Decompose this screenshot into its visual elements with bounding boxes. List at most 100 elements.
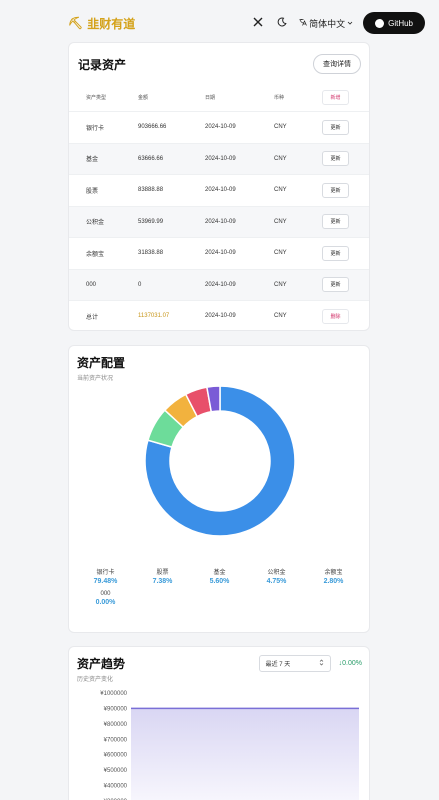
update-button[interactable]: 更新	[322, 151, 349, 167]
language-label: 简体中文	[309, 18, 346, 29]
trend-svg: ¥1000000 ¥900000 ¥800000 ¥700000 ¥600000 ¥500…	[100, 691, 359, 800]
legend-name: 公积金	[267, 570, 286, 576]
donut-chart	[69, 376, 371, 546]
update-button[interactable]: 更新	[322, 245, 349, 261]
asset-date: 2024-10-09	[205, 124, 236, 131]
update-button[interactable]: 更新	[322, 277, 349, 293]
brand-logo[interactable]: ⛏ 韭财有道	[68, 15, 135, 32]
legend-item[interactable]: 股票 7.38%	[134, 567, 191, 585]
col-header: 日期	[205, 94, 216, 101]
range-label: 最近 7 天	[265, 662, 291, 668]
legend-name: 基金	[213, 570, 226, 576]
y-tick-label: ¥800000	[104, 722, 128, 728]
trend-chart: ¥1000000 ¥900000 ¥800000 ¥700000 ¥600000 ¥500…	[69, 683, 371, 800]
table-row: 基金 63666.66 2024-10-09 CNY 更新	[69, 142, 369, 174]
range-select[interactable]: 最近 7 天	[258, 655, 331, 672]
allocation-legend: 银行卡 79.48% 股票 7.38% 基金 5.60% 公积金 4.75% 余…	[77, 567, 367, 606]
asset-amount: 63666.66	[138, 155, 164, 162]
total-date: 2024-10-09	[205, 313, 236, 320]
trend-card: 资产趋势 历史资产变化 最近 7 天 ↓0.00% ¥1000000 ¥90000…	[68, 646, 370, 800]
trend-title: 资产趋势	[77, 657, 126, 671]
asset-currency: CNY	[274, 187, 287, 194]
legend-item[interactable]: 银行卡 79.48%	[77, 567, 134, 585]
view-details-button[interactable]: 查询详情	[313, 54, 361, 74]
table-row: 公积金 53969.99 2024-10-09 CNY 更新	[69, 205, 369, 237]
asset-currency: CNY	[274, 155, 287, 162]
moon-icon[interactable]	[275, 16, 289, 30]
legend-name: 000	[100, 591, 111, 597]
total-currency: CNY	[274, 313, 287, 320]
update-button[interactable]: 更新	[322, 119, 349, 135]
legend-name: 余额宝	[324, 570, 343, 576]
records-card: 记录资产 查询详情 资产类型 金额 日期 币种 新增 银行卡 903666.66…	[68, 42, 370, 331]
y-tick-label: ¥600000	[104, 753, 128, 759]
table-row: 银行卡 903666.66 2024-10-09 CNY 更新	[69, 111, 369, 143]
delete-button[interactable]: 删除	[322, 308, 349, 324]
col-header: 资产类型	[86, 94, 107, 101]
brand-name: 韭财有道	[87, 16, 136, 31]
asset-date: 2024-10-09	[205, 250, 236, 257]
records-title: 记录资产	[78, 57, 127, 72]
y-tick-label: ¥1000000	[100, 691, 127, 697]
asset-amount: 903666.66	[138, 124, 167, 131]
trend-subtitle: 历史资产变化	[77, 677, 114, 683]
legend-item[interactable]: 余额宝 2.80%	[305, 567, 362, 585]
asset-date: 2024-10-09	[205, 218, 236, 225]
github-icon	[375, 18, 385, 28]
allocation-card: 资产配置 当前资产状况 银行卡 79.48% 股票 7.38% 基金 5.60%…	[68, 345, 370, 633]
github-button[interactable]: GitHub	[363, 12, 425, 34]
table-row-total: 总计 1137031.07 2024-10-09 CNY 删除	[69, 300, 369, 332]
col-header: 币种	[274, 94, 285, 101]
col-header: 金额	[138, 94, 149, 101]
pickaxe-icon: ⛏	[68, 16, 84, 30]
asset-currency: CNY	[274, 281, 287, 288]
legend-item[interactable]: 公积金 4.75%	[248, 567, 305, 585]
legend-item[interactable]: 000 0.00%	[77, 591, 134, 606]
legend-name: 股票	[156, 570, 169, 576]
table-header: 资产类型 金额 日期 币种 新增	[69, 83, 369, 111]
asset-type: 000	[86, 281, 97, 288]
language-selector[interactable]: 简体中文	[299, 17, 353, 30]
table-row: 余额宝 31838.88 2024-10-09 CNY 更新	[69, 237, 369, 269]
allocation-title: 资产配置	[77, 356, 126, 370]
trend-area	[131, 708, 359, 800]
y-tick-label: ¥400000	[104, 784, 128, 790]
asset-date: 2024-10-09	[205, 187, 236, 194]
asset-date: 2024-10-09	[205, 155, 236, 162]
asset-type: 股票	[86, 188, 99, 195]
asset-amount: 83888.88	[138, 187, 164, 194]
legend-value: 5.60%	[209, 578, 230, 585]
legend-value: 4.75%	[266, 578, 287, 585]
legend-value: 79.48%	[93, 578, 118, 585]
donut-svg	[144, 385, 296, 537]
legend-name: 银行卡	[96, 570, 115, 576]
legend-value: 0.00%	[95, 599, 116, 606]
y-tick-label: ¥500000	[104, 768, 128, 774]
assets-table: 资产类型 金额 日期 币种 新增 银行卡 903666.66 2024-10-0…	[69, 83, 369, 332]
asset-type: 基金	[86, 157, 99, 164]
asset-currency: CNY	[274, 250, 287, 257]
total-amount: 1137031.07	[138, 313, 170, 320]
update-button[interactable]: 更新	[322, 214, 349, 230]
table-row: 股票 83888.88 2024-10-09 CNY 更新	[69, 174, 369, 206]
github-label: GitHub	[388, 18, 413, 28]
legend-item[interactable]: 基金 5.60%	[191, 567, 248, 585]
trend-change: ↓0.00%	[338, 660, 362, 667]
add-button[interactable]: 新增	[322, 89, 349, 105]
asset-type: 余额宝	[86, 251, 105, 258]
update-button[interactable]: 更新	[322, 182, 349, 198]
top-header: ⛏ 韭财有道 简体中文 GitHub	[0, 0, 439, 46]
x-social-icon[interactable]	[251, 16, 265, 30]
translate-icon	[299, 18, 307, 28]
asset-type: 银行卡	[86, 125, 105, 132]
asset-amount: 0	[138, 281, 142, 288]
legend-value: 2.80%	[323, 578, 344, 585]
legend-value: 7.38%	[152, 578, 173, 585]
chevron-down-icon	[347, 18, 353, 28]
asset-currency: CNY	[274, 218, 287, 225]
y-tick-label: ¥700000	[104, 737, 128, 743]
asset-amount: 31838.88	[138, 250, 164, 257]
y-tick-label: ¥900000	[104, 706, 128, 712]
asset-type: 公积金	[86, 220, 105, 227]
asset-currency: CNY	[274, 124, 287, 131]
